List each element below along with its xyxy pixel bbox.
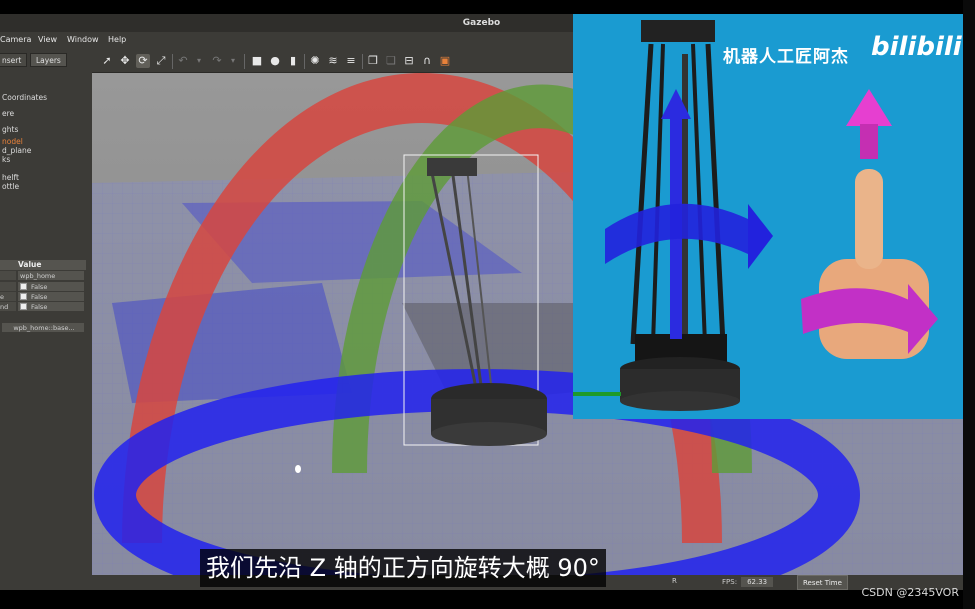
property-value[interactable]: wpb_home xyxy=(18,271,84,280)
properties-value-header: Value xyxy=(18,260,42,269)
cylinder-icon[interactable]: ▮ xyxy=(286,54,300,68)
redo-icon[interactable]: ↷ xyxy=(210,54,224,68)
property-row: False xyxy=(0,282,86,292)
select-arrow-icon[interactable]: ➚ xyxy=(100,54,114,68)
toolbar-separator xyxy=(362,54,363,69)
box-icon[interactable]: ■ xyxy=(250,54,264,68)
property-name xyxy=(0,282,16,291)
tree-item-shelf[interactable]: helft xyxy=(2,173,19,182)
change-view-icon[interactable]: ▣ xyxy=(438,54,452,68)
toolbar-separator xyxy=(172,54,173,69)
directional-light-icon[interactable]: ≡ xyxy=(344,54,358,68)
point-light-icon[interactable]: ✺ xyxy=(308,54,322,68)
toolbar-separator xyxy=(304,54,305,69)
tree-item-coordinates[interactable]: Coordinates xyxy=(2,93,47,102)
overlay-caption: 机器人工匠阿杰 xyxy=(723,47,849,67)
right-edge-bar xyxy=(963,0,975,609)
property-value[interactable]: False xyxy=(18,302,84,311)
menu-camera[interactable]: Camera xyxy=(0,35,31,44)
tree-item-model[interactable]: nodel xyxy=(2,137,23,146)
properties-header: Value xyxy=(0,260,86,270)
undo-dropdown-icon[interactable]: ▾ xyxy=(192,54,206,68)
mouse-cursor-icon xyxy=(295,465,301,473)
selected-link-field[interactable]: wpb_home::base... xyxy=(2,323,84,332)
property-name: nd xyxy=(0,302,16,311)
align-icon[interactable]: ⊟ xyxy=(402,54,416,68)
property-row: e False xyxy=(0,292,86,302)
property-row: nd False xyxy=(0,302,86,312)
toolbar-separator xyxy=(244,54,245,69)
redo-dropdown-icon[interactable]: ▾ xyxy=(226,54,240,68)
tree-item-links[interactable]: ks xyxy=(2,155,10,164)
property-name xyxy=(0,271,16,280)
video-subtitle: 我们先沿 Z 轴的正方向旋转大概 90° xyxy=(200,549,606,587)
spot-light-icon[interactable]: ≋ xyxy=(326,54,340,68)
fps-label: FPS: xyxy=(722,578,738,586)
menu-view[interactable]: View xyxy=(38,35,57,44)
property-row: wpb_home::base... xyxy=(0,323,86,333)
tab-insert[interactable]: nsert xyxy=(0,53,28,67)
property-row: wpb_home xyxy=(0,271,86,281)
tree-item-atmosphere[interactable]: ere xyxy=(2,109,14,118)
property-checkbox-label: False xyxy=(31,283,48,291)
rotate-icon[interactable]: ⟳ xyxy=(136,54,150,68)
translate-icon[interactable]: ✥ xyxy=(118,54,132,68)
picture-in-picture-overlay: 机器人工匠阿杰 bilibili xyxy=(573,14,963,419)
bilibili-logo: bilibili xyxy=(871,32,962,62)
sphere-icon[interactable]: ● xyxy=(268,54,282,68)
left-panel: nsert Layers Coordinates ere ghts nodel … xyxy=(0,49,88,590)
csdn-watermark: CSDN @2345VOR xyxy=(861,586,960,599)
property-value[interactable]: False xyxy=(18,282,84,291)
tab-layers[interactable]: Layers xyxy=(30,53,67,67)
status-partial-label: R xyxy=(672,577,677,585)
copy-icon[interactable]: ❐ xyxy=(366,54,380,68)
property-checkbox[interactable] xyxy=(20,293,27,300)
property-checkbox-label: False xyxy=(31,293,48,301)
fps-readout: FPS: 62.33 xyxy=(722,577,774,587)
tree-item-lights[interactable]: ghts xyxy=(2,125,18,134)
tree-item-ground-plane[interactable]: d_plane xyxy=(2,146,31,155)
menu-window[interactable]: Window xyxy=(67,35,99,44)
reset-time-button[interactable]: Reset Time xyxy=(797,575,848,590)
snap-icon[interactable]: ∩ xyxy=(420,54,434,68)
property-checkbox-label: False xyxy=(31,303,48,311)
overlay-illustration xyxy=(573,20,938,411)
menu-help[interactable]: Help xyxy=(108,35,126,44)
property-checkbox[interactable] xyxy=(20,303,27,310)
fps-value: 62.33 xyxy=(741,577,774,587)
scale-icon[interactable]: ⤢ xyxy=(154,54,168,68)
property-value[interactable]: False xyxy=(18,292,84,301)
property-checkbox[interactable] xyxy=(20,283,27,290)
undo-icon[interactable]: ↶ xyxy=(176,54,190,68)
paste-icon[interactable]: ❏ xyxy=(384,54,398,68)
rotation-arrow-icon xyxy=(605,203,773,269)
tree-item-bottle[interactable]: ottle xyxy=(2,182,19,191)
property-name: e xyxy=(0,292,16,301)
